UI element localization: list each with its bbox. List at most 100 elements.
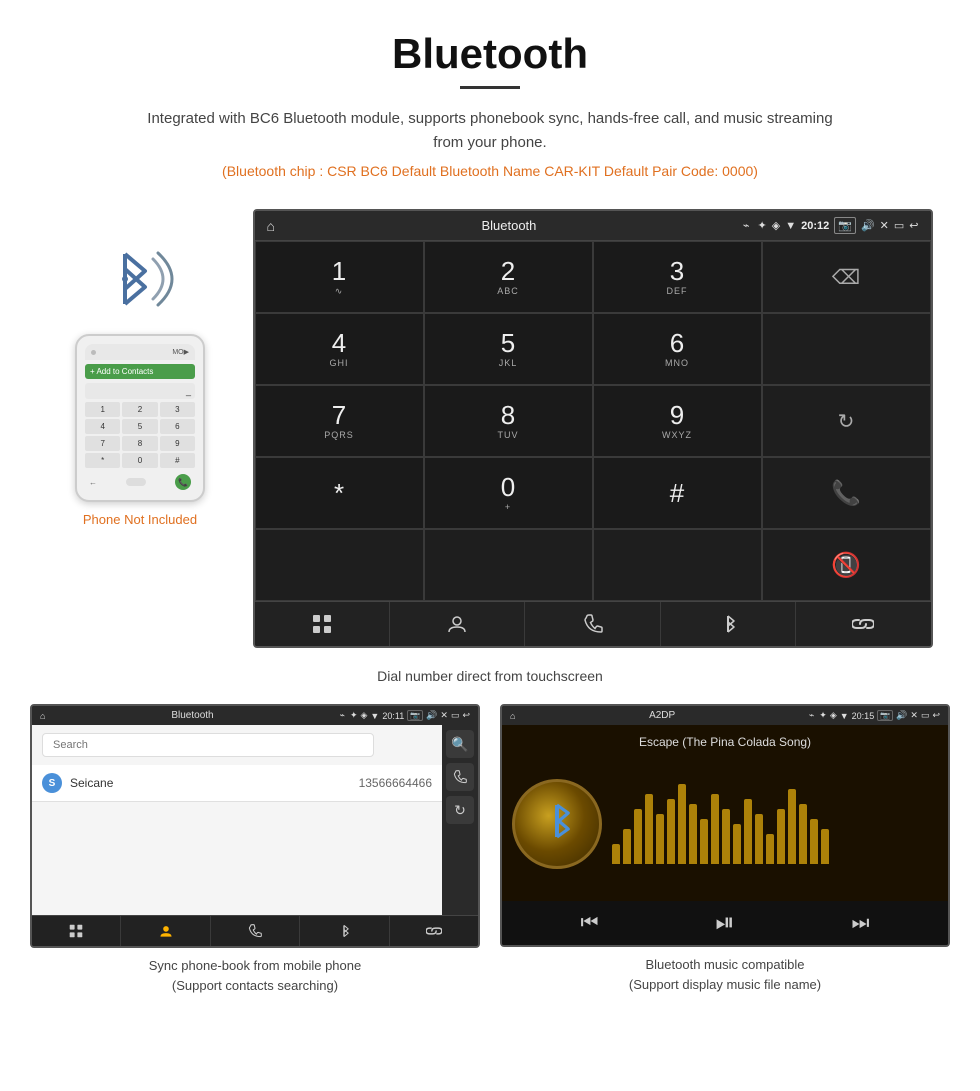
pb-usb-icon: ⌁ [340,710,345,721]
music-title: A2DP [520,710,803,721]
bottom-screens-section: ⌂ Bluetooth ⌁ ✦ ◈ ▼ 20:11 📷 🔊 ✕ ▭ ↩ [0,704,980,1015]
toolbar-bluetooth-btn[interactable] [661,602,796,646]
toolbar-phone-btn[interactable] [525,602,660,646]
dial-key-hash[interactable]: # [593,457,762,529]
pb-tb-grid[interactable] [32,916,121,946]
page-title: Bluetooth [20,30,960,78]
phone-bottom-bar: ← 📞 [85,472,195,492]
phonebook-car-screen: ⌂ Bluetooth ⌁ ✦ ◈ ▼ 20:11 📷 🔊 ✕ ▭ ↩ [30,704,480,948]
pb-refresh-btn[interactable]: ↻ [446,796,474,824]
pb-search-area [32,725,442,765]
album-bluetooth-icon [541,803,573,846]
pb-phone-btn[interactable] [446,763,474,791]
dial-empty-cell-5c [593,529,762,601]
pb-tb-person[interactable] [121,916,210,946]
music-prev-btn[interactable]: ⏮ [580,912,598,935]
pb-grid-icon [69,924,83,938]
close-x-icon[interactable]: ✕ [880,219,889,232]
pb-caption: Sync phone-book from mobile phone (Suppo… [139,948,371,995]
pb-back-icon[interactable]: ↩ [462,710,470,721]
dial-caption: Dial number direct from touchscreen [0,658,980,704]
music-car-screen: ⌂ A2DP ⌁ ✦ ◈ ▼ 20:15 📷 🔊 ✕ ▭ ↩ Escape (T… [500,704,950,947]
pb-home-icon[interactable]: ⌂ [40,711,45,721]
phone-key-star[interactable]: * [85,453,120,468]
viz-bar [733,824,741,864]
music-play-btn[interactable]: ⏯ [715,909,734,937]
toolbar-person-btn[interactable] [390,602,525,646]
camera-icon[interactable]: 📷 [834,217,856,234]
music-home-icon[interactable]: ⌂ [510,711,515,721]
pb-tb-bluetooth[interactable] [300,916,389,946]
dial-call-btn[interactable]: 📞 [762,457,931,529]
pb-loc-icon: ◈ [361,710,368,721]
music-win-icon[interactable]: ▭ [921,710,930,721]
pb-search-btn[interactable]: 🔍 [446,730,474,758]
phone-key-6[interactable]: 6 [160,419,195,434]
phone-key-4[interactable]: 4 [85,419,120,434]
phone-key-7[interactable]: 7 [85,436,120,451]
main-section: MO▶ + Add to Contacts _ 1 2 3 4 5 6 7 8 … [0,189,980,658]
pb-win-icon[interactable]: ▭ [451,710,460,721]
music-back-icon[interactable]: ↩ [932,710,940,721]
music-screen-wrap: ⌂ A2DP ⌁ ✦ ◈ ▼ 20:15 📷 🔊 ✕ ▭ ↩ Escape (T… [500,704,950,995]
pb-vol-icon[interactable]: 🔊 [426,710,437,721]
pb-content-area: S Seicane 13566664466 🔍 [32,725,478,915]
pb-tb-link[interactable] [390,916,478,946]
back-arrow-icon[interactable]: ↩ [909,219,918,232]
pb-status-bar: ⌂ Bluetooth ⌁ ✦ ◈ ▼ 20:11 📷 🔊 ✕ ▭ ↩ [32,706,478,725]
phone-key-8[interactable]: 8 [122,436,157,451]
dial-key-6[interactable]: 6 MNO [593,313,762,385]
pb-contact-entry[interactable]: S Seicane 13566664466 [32,765,442,802]
phone-back-btn[interactable]: ← [89,478,97,487]
dial-key-1[interactable]: 1 ∿ [255,241,424,313]
phone-home-btn[interactable] [126,478,146,486]
pb-entry-letter: S [42,773,62,793]
dial-key-5[interactable]: 5 JKL [424,313,593,385]
phone-key-9[interactable]: 9 [160,436,195,451]
phone-call-btn[interactable]: 📞 [175,474,191,490]
viz-bar [799,804,807,864]
viz-bar [667,799,675,864]
dial-end-call-btn[interactable]: 📵 [762,529,931,601]
phone-display: _ [85,383,195,399]
dial-key-8[interactable]: 8 TUV [424,385,593,457]
phone-top-bar: MO▶ [85,344,195,360]
music-main-area [502,757,948,901]
phone-key-0[interactable]: 0 [122,453,157,468]
dial-key-star[interactable]: * [255,457,424,529]
viz-bar [612,844,620,864]
window-icon[interactable]: ▭ [894,219,904,232]
dial-key-2[interactable]: 2 ABC [424,241,593,313]
phone-key-2[interactable]: 2 [122,402,157,417]
phone-key-3[interactable]: 3 [160,402,195,417]
toolbar-link-btn[interactable] [796,602,930,646]
phone-key-5[interactable]: 5 [122,419,157,434]
dial-refresh-btn[interactable]: ↻ [762,385,931,457]
pb-x-icon[interactable]: ✕ [440,710,448,721]
pb-tb-phone[interactable] [211,916,300,946]
phone-key-1[interactable]: 1 [85,402,120,417]
phone-key-hash[interactable]: # [160,453,195,468]
dial-empty-cell-2 [762,313,931,385]
home-icon[interactable]: ⌂ [267,218,275,234]
dial-key-7[interactable]: 7 PQRS [255,385,424,457]
music-x-icon[interactable]: ✕ [910,710,918,721]
toolbar-grid-btn[interactable] [255,602,390,646]
dial-key-0[interactable]: 0 + [424,457,593,529]
volume-icon[interactable]: 🔊 [861,219,875,232]
music-song-title: Escape (The Pina Colada Song) [502,725,948,757]
pb-caption-line2: (Support contacts searching) [172,978,338,993]
music-vol-icon[interactable]: 🔊 [896,710,907,721]
music-content-area: Escape (The Pina Colada Song) [502,725,948,945]
music-next-btn[interactable]: ⏭ [852,912,870,935]
page-description: Integrated with BC6 Bluetooth module, su… [140,107,840,155]
music-cam-icon[interactable]: 📷 [877,710,893,721]
pb-toolbar [32,915,478,946]
dial-key-4[interactable]: 4 GHI [255,313,424,385]
album-bt-svg [541,803,573,839]
dial-key-3[interactable]: 3 DEF [593,241,762,313]
dial-key-9[interactable]: 9 WXYZ [593,385,762,457]
pb-cam-icon[interactable]: 📷 [407,710,423,721]
dial-backspace-btn[interactable]: ⌫ [762,241,931,313]
pb-search-input[interactable] [42,733,374,757]
